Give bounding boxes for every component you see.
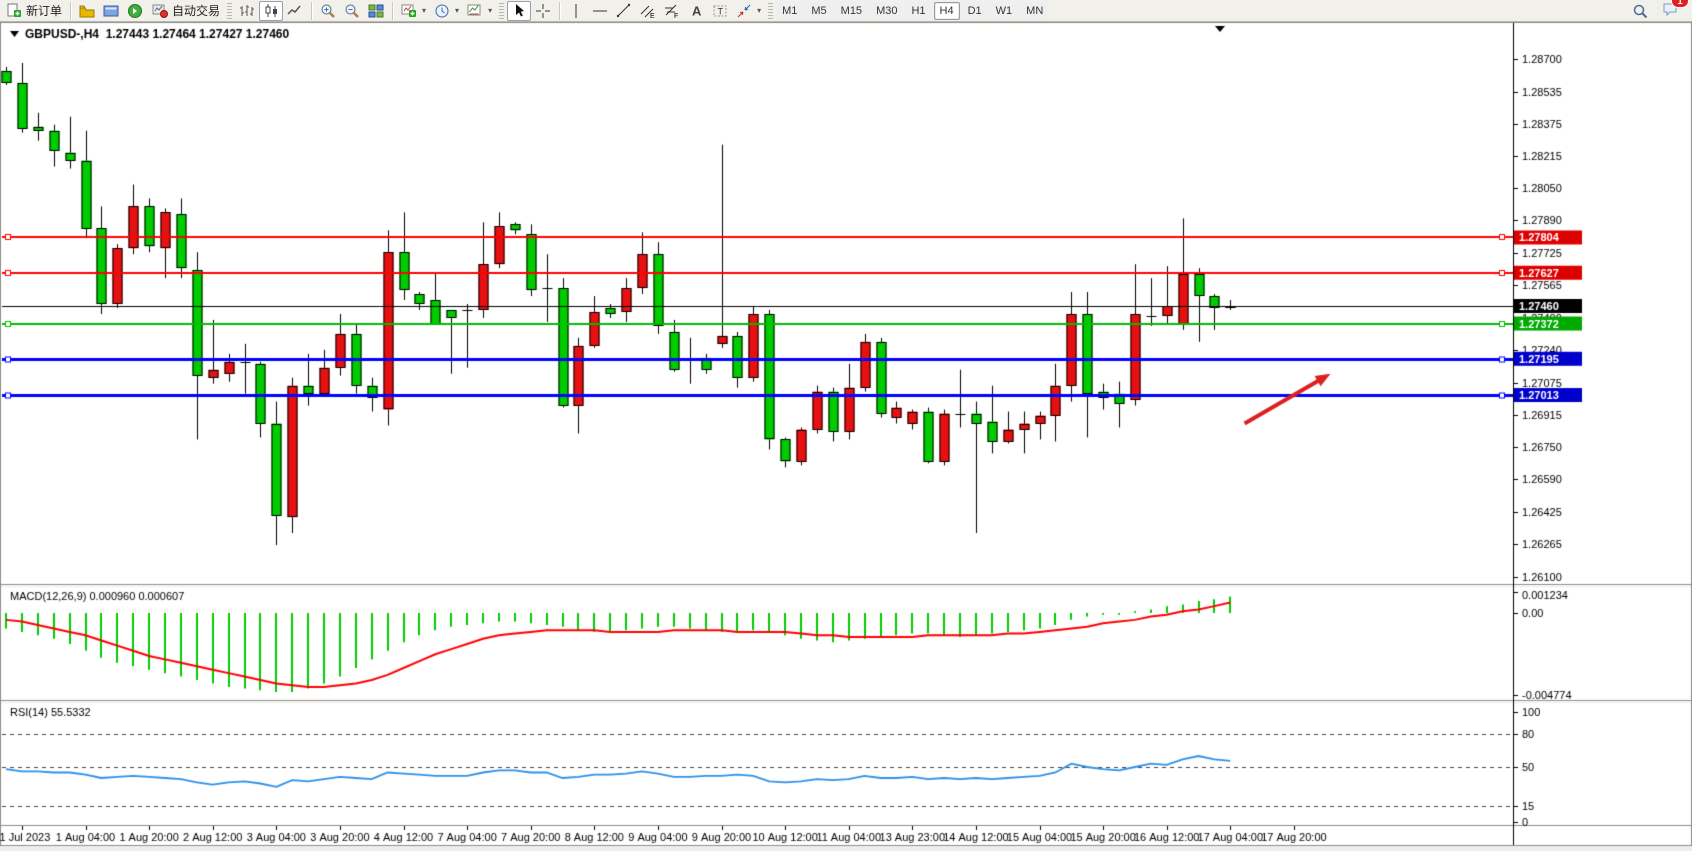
svg-text:F: F bbox=[674, 13, 678, 19]
terminal-icon bbox=[103, 3, 119, 19]
toolbar-grip bbox=[499, 3, 504, 19]
timeframe-m5[interactable]: M5 bbox=[805, 2, 832, 20]
vline-icon bbox=[568, 3, 584, 19]
crosshair-button[interactable] bbox=[531, 1, 555, 21]
new-order-button[interactable]: 新订单 bbox=[2, 1, 66, 21]
hline-icon bbox=[592, 3, 608, 19]
indicators-button[interactable]: ▾ bbox=[397, 1, 430, 21]
autotrading-button[interactable]: 自动交易 bbox=[148, 1, 224, 21]
chevron-down-icon: ▾ bbox=[422, 6, 426, 15]
svg-text:A: A bbox=[692, 3, 702, 18]
cursor-icon bbox=[511, 3, 527, 19]
zoom-out-icon bbox=[344, 3, 360, 19]
tester-icon bbox=[127, 3, 143, 19]
vline-button[interactable] bbox=[564, 1, 588, 21]
tile-windows-button[interactable] bbox=[364, 1, 388, 21]
chat-badge: 1 bbox=[1671, 0, 1689, 8]
toolbar-separator bbox=[311, 2, 312, 20]
toolbar-grip bbox=[227, 3, 232, 19]
line-chart-icon bbox=[287, 3, 303, 19]
line-chart-button[interactable] bbox=[283, 1, 307, 21]
timeframe-mn[interactable]: MN bbox=[1020, 2, 1049, 20]
toolbar-grip bbox=[768, 3, 773, 19]
terminal-button[interactable] bbox=[99, 1, 123, 21]
chevron-down-icon: ▾ bbox=[488, 6, 492, 15]
timeframe-group: M1M5M15M30H1H4D1W1MN bbox=[776, 2, 1049, 20]
chevron-down-icon: ▾ bbox=[757, 6, 761, 15]
templates-icon bbox=[467, 3, 483, 19]
timeframe-h1[interactable]: H1 bbox=[905, 2, 931, 20]
cursor-button[interactable] bbox=[507, 1, 531, 21]
text-icon: A bbox=[688, 3, 704, 19]
search-icon bbox=[1632, 3, 1648, 19]
timeframe-m15[interactable]: M15 bbox=[835, 2, 868, 20]
timeframe-w1[interactable]: W1 bbox=[990, 2, 1019, 20]
channel-button[interactable]: E bbox=[636, 1, 660, 21]
toolbar-separator bbox=[559, 2, 560, 20]
toolbar-separator bbox=[392, 2, 393, 20]
profiles-icon bbox=[79, 3, 95, 19]
arrows-button[interactable]: ▾ bbox=[732, 1, 765, 21]
arrows-icon bbox=[736, 3, 752, 19]
text-button[interactable]: A bbox=[684, 1, 708, 21]
autotrading-label: 自动交易 bbox=[172, 2, 220, 19]
toolbar: 新订单 自动交易 ▾▾▾ EFAT▾ M1M5M15M30H1H4D1W1MN … bbox=[0, 0, 1692, 22]
label-button[interactable]: T bbox=[708, 1, 732, 21]
fibonacci-button[interactable]: F bbox=[660, 1, 684, 21]
timeframe-m1[interactable]: M1 bbox=[776, 2, 803, 20]
periods-icon bbox=[434, 3, 450, 19]
toolbar-separator bbox=[70, 2, 71, 20]
crosshair-icon bbox=[535, 3, 551, 19]
zoom-out-button[interactable] bbox=[340, 1, 364, 21]
templates-button[interactable]: ▾ bbox=[463, 1, 496, 21]
profiles-button[interactable] bbox=[75, 1, 99, 21]
tester-button[interactable] bbox=[123, 1, 147, 21]
label-icon: T bbox=[712, 3, 728, 19]
candles-chart-button[interactable] bbox=[259, 1, 283, 21]
bars-chart-icon bbox=[239, 3, 255, 19]
timeframe-m30[interactable]: M30 bbox=[870, 2, 903, 20]
svg-text:T: T bbox=[718, 6, 724, 16]
timeframe-d1[interactable]: D1 bbox=[962, 2, 988, 20]
zoom-in-button[interactable] bbox=[316, 1, 340, 21]
new-order-icon bbox=[6, 3, 22, 19]
channel-icon: E bbox=[640, 3, 656, 19]
tile-windows-icon bbox=[368, 3, 384, 19]
timeframe-h4[interactable]: H4 bbox=[934, 2, 960, 20]
trendline-button[interactable] bbox=[612, 1, 636, 21]
candles-chart-icon bbox=[263, 3, 279, 19]
indicators-icon bbox=[401, 3, 417, 19]
chevron-down-icon: ▾ bbox=[455, 6, 459, 15]
search-button[interactable] bbox=[1628, 1, 1652, 21]
price-chart-canvas[interactable] bbox=[0, 22, 1692, 851]
svg-text:E: E bbox=[650, 13, 655, 19]
new-order-label: 新订单 bbox=[26, 2, 62, 19]
fibonacci-icon: F bbox=[664, 3, 680, 19]
zoom-in-icon bbox=[320, 3, 336, 19]
trendline-icon bbox=[616, 3, 632, 19]
bars-chart-button[interactable] bbox=[235, 1, 259, 21]
autotrading-icon bbox=[152, 3, 168, 19]
periods-button[interactable]: ▾ bbox=[430, 1, 463, 21]
hline-button[interactable] bbox=[588, 1, 612, 21]
